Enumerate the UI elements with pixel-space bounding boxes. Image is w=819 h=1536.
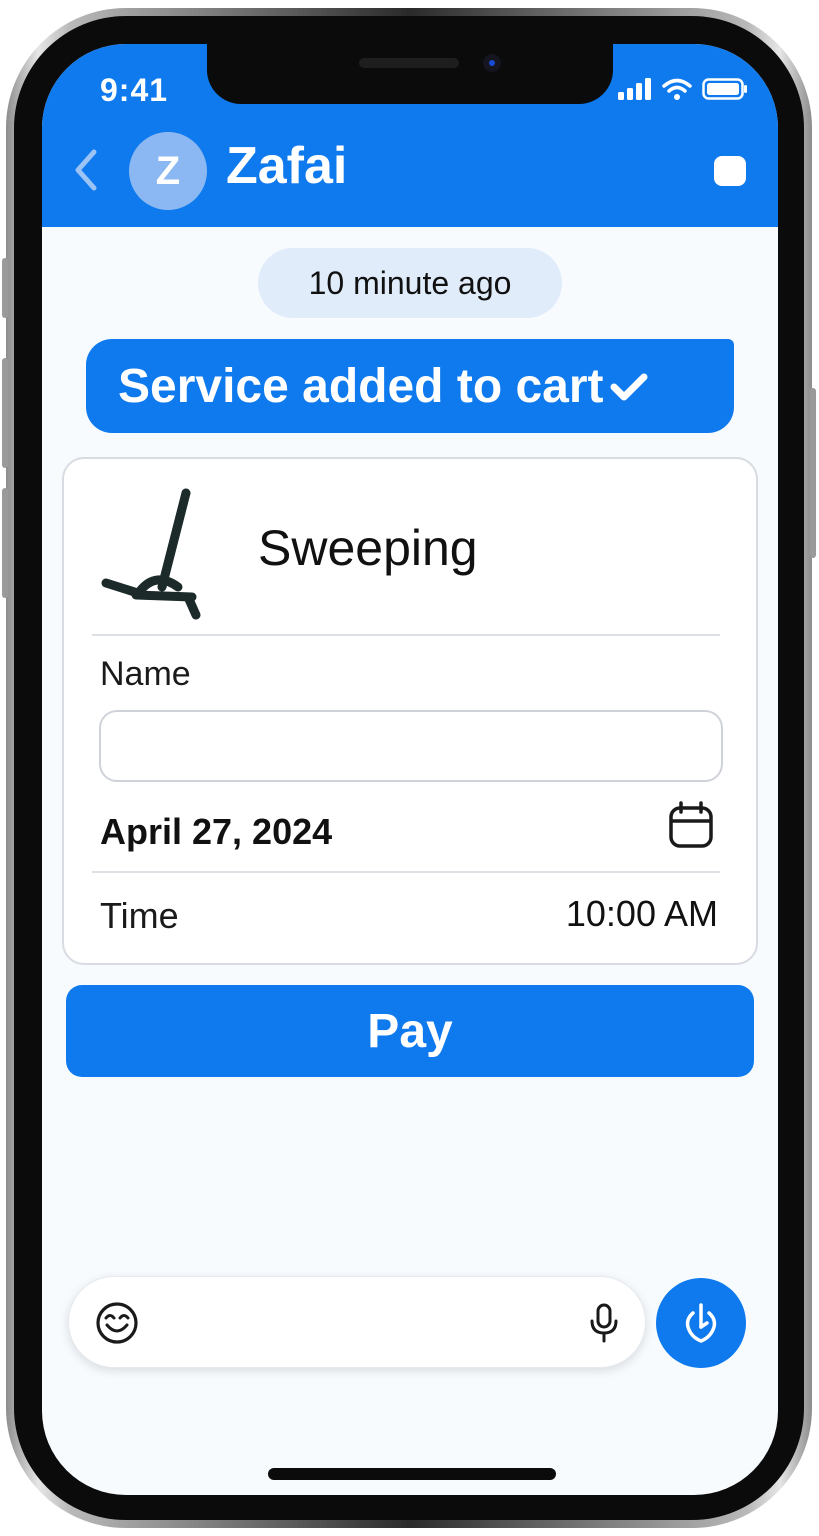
date-value[interactable]: April 27, 2024 — [100, 811, 332, 853]
square-menu-icon[interactable] — [714, 156, 746, 186]
card-divider-bottom — [92, 871, 720, 873]
name-label: Name — [100, 655, 191, 693]
app-screen: 9:41 Z Zafai 10 minute ago Service added… — [42, 44, 778, 1495]
checkmark-icon — [610, 359, 648, 414]
name-field[interactable] — [99, 710, 723, 782]
status-time: 9:41 — [100, 72, 169, 108]
send-button[interactable] — [656, 1278, 746, 1368]
send-icon — [685, 1303, 717, 1343]
notch — [207, 44, 613, 104]
pay-button[interactable]: Pay — [66, 985, 754, 1077]
message-composer — [68, 1276, 646, 1368]
bubble-text: Service added to cart — [118, 359, 604, 413]
message-timestamp: 10 minute ago — [258, 248, 562, 318]
avatar[interactable]: Z — [129, 132, 207, 210]
chat-header: 9:41 Z Zafai — [42, 44, 778, 227]
message-input[interactable] — [157, 1297, 571, 1349]
wifi-icon — [662, 78, 692, 100]
chevron-left-icon[interactable] — [72, 148, 98, 196]
silent-switch — [2, 258, 8, 318]
battery-icon — [702, 78, 747, 100]
calendar-icon[interactable] — [668, 801, 714, 853]
signal-icon — [618, 78, 651, 100]
service-card: Sweeping Name April 27, 2024 Time 10:00 … — [62, 457, 758, 965]
volume-up-button — [2, 358, 8, 468]
front-camera — [483, 54, 501, 72]
power-button — [810, 388, 816, 558]
chat-title: Zafai — [226, 137, 348, 195]
home-indicator — [268, 1468, 556, 1480]
time-value[interactable]: 10:00 AM — [566, 893, 718, 935]
speaker-grille — [359, 58, 459, 68]
service-title: Sweeping — [258, 520, 478, 576]
card-divider-top — [92, 634, 720, 636]
status-icons — [618, 78, 748, 100]
broom-icon — [100, 487, 210, 631]
smiley-icon[interactable] — [95, 1301, 139, 1349]
microphone-icon[interactable] — [589, 1303, 619, 1347]
volume-down-button — [2, 488, 8, 598]
confirmation-bubble: Service added to cart — [86, 339, 734, 433]
time-label: Time — [100, 895, 179, 936]
